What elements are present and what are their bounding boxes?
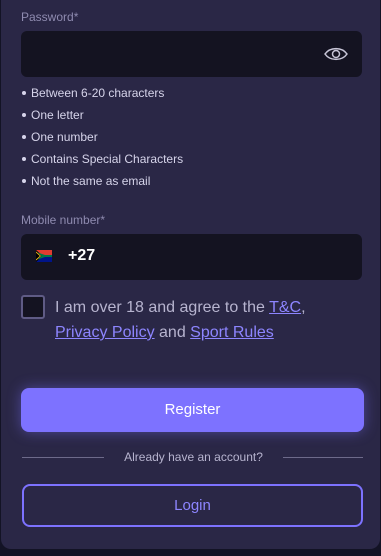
terms-link[interactable]: T&C <box>269 299 301 316</box>
password-rule: Not the same as email <box>21 172 183 194</box>
password-rules-list: Between 6-20 characters One letter One n… <box>21 84 183 194</box>
password-rule: Contains Special Characters <box>21 150 183 172</box>
consent-prefix: I am over 18 and agree to the <box>55 299 270 316</box>
privacy-policy-link[interactable]: Privacy Policy <box>55 324 155 341</box>
south-africa-flag-icon[interactable] <box>36 250 52 262</box>
login-button[interactable]: Login <box>22 484 363 527</box>
password-rule-text: One letter <box>31 108 84 122</box>
password-rule: Between 6-20 characters <box>21 84 183 106</box>
consent-and: and <box>154 324 191 341</box>
divider-line-left <box>22 457 104 458</box>
password-rule-text: One number <box>31 130 98 144</box>
password-rule-text: Between 6-20 characters <box>31 86 165 100</box>
password-rule: One number <box>21 128 183 150</box>
mobile-number-input[interactable]: +27 <box>21 234 362 280</box>
password-rule-text: Not the same as email <box>31 174 151 188</box>
terms-checkbox[interactable] <box>21 295 45 319</box>
terms-consent-text: I am over 18 and agree to the T&C, Priva… <box>55 295 360 345</box>
password-label: Password* <box>21 10 79 24</box>
register-button[interactable]: Register <box>21 388 364 432</box>
password-input[interactable] <box>21 31 362 77</box>
password-rule: One letter <box>21 106 183 128</box>
registration-panel: Password* Between 6-20 characters One le… <box>1 0 380 549</box>
consent-comma: , <box>301 299 306 316</box>
password-rule-text: Contains Special Characters <box>31 152 184 166</box>
mobile-number-label: Mobile number* <box>21 213 106 227</box>
dial-code: +27 <box>68 247 96 264</box>
divider-line-right <box>283 457 363 458</box>
sport-rules-link[interactable]: Sport Rules <box>190 324 274 341</box>
account-prompt: Already have an account? <box>124 450 263 464</box>
eye-icon[interactable] <box>323 44 349 64</box>
